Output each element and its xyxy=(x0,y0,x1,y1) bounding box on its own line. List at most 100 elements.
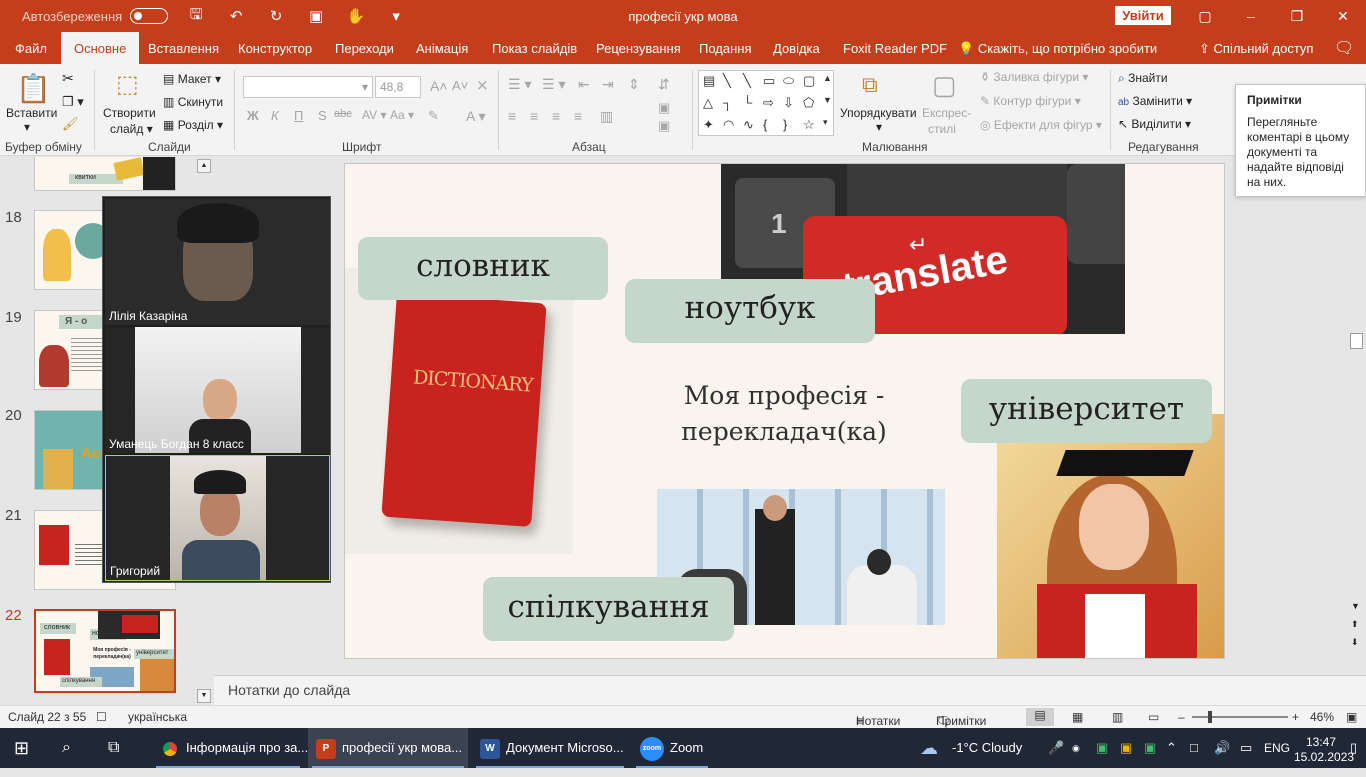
arrange-button[interactable]: Упорядкувати xyxy=(840,106,917,120)
windows-start-icon[interactable]: ⊞ xyxy=(14,728,29,768)
shapes-gallery[interactable]: ▤ ╲ ╲ ▭ ⬭ ▢ △ ┐ └ ⇨ ⇩ ⬠ ✦ ◠ ∿ { } ☆ ▲ ▼ … xyxy=(698,70,834,136)
paste-dropdown-icon[interactable]: ▾ xyxy=(24,120,30,134)
tab-foxit[interactable]: Foxit Reader PDF xyxy=(843,32,947,64)
gallery-down-icon[interactable]: ▼ xyxy=(823,95,832,105)
tell-me-search[interactable]: 💡 Скажіть, що потрібно зробити xyxy=(958,32,1157,64)
restore-icon[interactable]: ❐ xyxy=(1274,0,1320,32)
change-case-icon[interactable]: Aa ▾ xyxy=(390,108,414,122)
text-direction-icon[interactable]: ⇵ xyxy=(658,76,670,93)
line2-shape-icon[interactable]: ╲ xyxy=(743,73,751,89)
flowchart-shape-icon[interactable]: ⬠ xyxy=(803,95,814,111)
numbering-icon[interactable]: ☰ ▾ xyxy=(542,76,565,93)
highlight-icon[interactable]: ✎ xyxy=(428,108,439,124)
normal-view-icon[interactable]: ▤ xyxy=(1026,708,1054,726)
slide-scrollbar[interactable]: ▼ ⬆ ⬇ xyxy=(1348,157,1366,675)
network-icon[interactable]: □ xyxy=(1190,728,1198,768)
line-spacing-icon[interactable]: ⇕ xyxy=(628,76,640,93)
tab-insert[interactable]: Вставлення xyxy=(148,32,219,64)
brace-right-shape-icon[interactable]: } xyxy=(783,117,787,132)
taskbar-app-word[interactable]: W Документ Microso... xyxy=(472,728,628,768)
bold-button[interactable]: Ж xyxy=(247,108,259,123)
arc-shape-icon[interactable]: ◠ xyxy=(723,117,734,133)
star-shape-icon[interactable]: ☆ xyxy=(803,117,815,133)
video-tile-2[interactable]: Уманець Богдан 8 класс xyxy=(105,327,330,453)
oval-shape-icon[interactable]: ⬭ xyxy=(783,73,794,89)
decrease-indent-icon[interactable]: ⇤ xyxy=(578,76,590,93)
customize-qat-icon[interactable]: ▾ xyxy=(384,7,408,25)
shape-fill-button[interactable]: ⚱ Заливка фігури ▾ xyxy=(980,70,1088,84)
section-button[interactable]: ▦ Розділ ▾ xyxy=(163,118,223,132)
zoom-slider-thumb[interactable] xyxy=(1208,711,1212,723)
scroll-up-icon[interactable]: ▲ xyxy=(197,159,211,173)
font-size-field[interactable]: 48,8 xyxy=(375,76,421,98)
font-name-dropdown-icon[interactable]: ▾ xyxy=(362,80,368,94)
freeform-shape-icon[interactable]: ✦ xyxy=(703,117,714,133)
align-center-icon[interactable]: ≡ xyxy=(530,108,538,124)
gallery-up-icon[interactable]: ▲ xyxy=(823,73,832,83)
save-icon[interactable]: 🖫 xyxy=(184,4,208,29)
shadow-button[interactable]: S xyxy=(318,108,327,123)
label-university[interactable]: університет xyxy=(961,379,1212,443)
tray-app-2-icon[interactable]: ▣ xyxy=(1120,728,1132,768)
smartart-icon[interactable]: ▣ xyxy=(658,118,670,134)
search-icon[interactable]: ⌕ xyxy=(62,728,71,768)
previous-slide-icon[interactable]: ⬆ xyxy=(1351,619,1359,630)
underline-button[interactable]: П xyxy=(294,108,303,123)
taskbar-app-chrome[interactable]: Інформація про за... xyxy=(152,728,308,768)
paste-icon[interactable]: 📋 xyxy=(16,72,51,105)
rectangle-shape-icon[interactable]: ▭ xyxy=(763,73,775,89)
replace-button[interactable]: ab Замінити ▾ xyxy=(1118,94,1192,108)
tab-review[interactable]: Рецензування xyxy=(596,32,681,64)
curve-shape-icon[interactable]: ∿ xyxy=(743,117,754,133)
quick-styles-icon[interactable]: ▢ xyxy=(932,70,957,101)
present-icon[interactable]: ▣ xyxy=(304,7,328,25)
copy-icon[interactable]: ❐ ▾ xyxy=(62,94,84,110)
gallery-more-icon[interactable]: ▾ xyxy=(823,117,828,128)
justify-icon[interactable]: ≡ xyxy=(574,108,582,124)
columns-icon[interactable]: ▥ xyxy=(600,108,613,125)
tray-app-icon[interactable]: ▣ xyxy=(1096,728,1108,768)
clock-date[interactable]: 15.02.2023 xyxy=(1294,737,1354,777)
elbow-shape-icon[interactable]: ┐ xyxy=(723,95,732,110)
triangle-shape-icon[interactable]: △ xyxy=(703,95,713,111)
tab-home[interactable]: Основне xyxy=(61,32,140,64)
textbox-shape-icon[interactable]: ▤ xyxy=(703,73,715,89)
scroll-down-icon[interactable]: ▼ xyxy=(197,689,211,703)
tab-design[interactable]: Конструктор xyxy=(238,32,312,64)
label-communication[interactable]: спілкування xyxy=(483,577,734,641)
increase-font-icon[interactable]: A˄ xyxy=(430,78,448,94)
quick-styles-button-line2[interactable]: стилі xyxy=(928,122,956,136)
redo-icon[interactable]: ↻ xyxy=(264,7,288,25)
slide-canvas[interactable]: 1 ↵ translate DICTIONARY словник ноутбук… xyxy=(344,163,1225,659)
elbow2-shape-icon[interactable]: └ xyxy=(743,95,752,110)
fit-slide-icon[interactable]: ▣ xyxy=(1346,710,1357,724)
share-button[interactable]: ⇪ Спільний доступ xyxy=(1199,32,1313,64)
rounded-rect-shape-icon[interactable]: ▢ xyxy=(803,73,815,89)
arrange-icon[interactable]: ⧉ xyxy=(862,72,878,98)
scroll-down-icon[interactable]: ▼ xyxy=(1351,601,1360,611)
next-slide-icon[interactable]: ⬇ xyxy=(1351,637,1359,648)
volume-icon[interactable]: 🔊 xyxy=(1214,728,1230,768)
line-shape-icon[interactable]: ╲ xyxy=(723,73,731,89)
select-button[interactable]: ↖ Виділити ▾ xyxy=(1118,117,1191,131)
zoom-slider[interactable] xyxy=(1192,716,1288,718)
decrease-font-icon[interactable]: A˅ xyxy=(452,78,468,93)
tab-help[interactable]: Довідка xyxy=(773,32,820,64)
zoom-video-panel[interactable]: ↙ Лілія Казаріна Уманець Богдан 8 класс … xyxy=(102,196,331,583)
new-slide-button[interactable]: Створити xyxy=(103,106,156,120)
input-language[interactable]: ENG xyxy=(1264,728,1290,768)
align-text-icon[interactable]: ▣ xyxy=(658,100,670,116)
slide-thumbnail-17[interactable]: квитки xyxy=(34,157,176,191)
increase-indent-icon[interactable]: ⇥ xyxy=(602,76,614,93)
shape-outline-button[interactable]: ✎ Контур фігури ▾ xyxy=(980,94,1081,108)
find-button[interactable]: ⌕ Знайти xyxy=(1118,71,1168,86)
scroll-thumb[interactable] xyxy=(1350,333,1363,349)
slideshow-icon[interactable]: ▭ xyxy=(1148,710,1159,724)
video-tile-1[interactable]: Лілія Казаріна xyxy=(105,199,330,325)
tab-animation[interactable]: Анімація xyxy=(416,32,468,64)
chevron-up-icon[interactable]: ⌃ xyxy=(1166,728,1177,768)
zoom-in-icon[interactable]: + xyxy=(1292,710,1299,724)
arrange-dropdown-icon[interactable]: ▾ xyxy=(876,120,882,134)
sign-in-button[interactable]: Увійти xyxy=(1115,6,1171,25)
battery-icon[interactable]: ▭ xyxy=(1240,728,1252,768)
